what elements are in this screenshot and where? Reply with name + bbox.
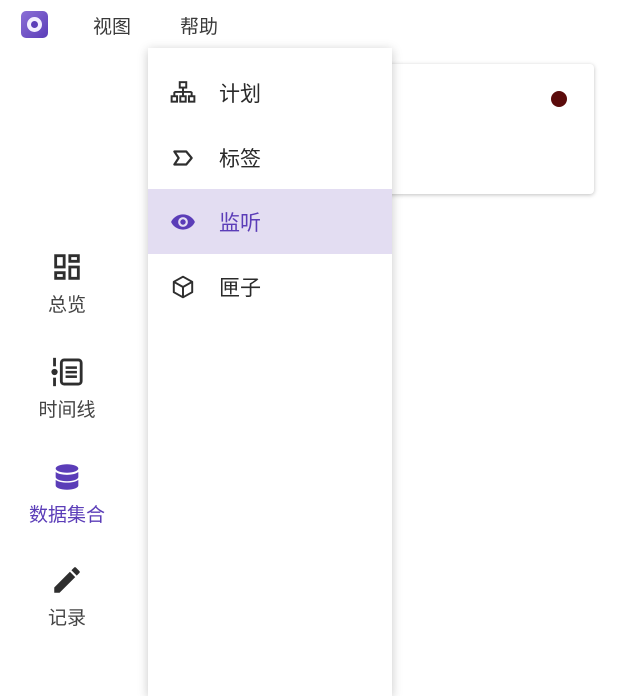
menu-item-monitor[interactable]: 监听 xyxy=(148,189,392,254)
menu-view[interactable]: 视图 xyxy=(93,12,131,39)
menu-help[interactable]: 帮助 xyxy=(180,12,218,39)
sidebar-item-timeline[interactable]: 时间线 xyxy=(20,355,114,445)
sidebar-item-label: 数据集合 xyxy=(28,504,105,526)
view-dropdown-menu: 计划 标签 监听 匣子 xyxy=(148,48,392,696)
eye-icon xyxy=(171,214,195,230)
sidebar-item-label: 记录 xyxy=(47,607,86,629)
menu-item-tags[interactable]: 标签 xyxy=(148,125,392,190)
sidebar-item-overview[interactable]: 总览 xyxy=(20,250,114,340)
sidebar-item-records[interactable]: 记录 xyxy=(20,563,114,653)
app-window: 视图 帮助 总览 时间线 数据集合 记录 计划 标签 监听 匣子 xyxy=(0,0,640,696)
menu-item-label: 计划 xyxy=(219,82,261,106)
timeline-icon xyxy=(51,357,83,387)
menu-item-plan[interactable]: 计划 xyxy=(148,60,392,125)
database-icon xyxy=(55,464,79,490)
sitemap-icon xyxy=(170,81,196,103)
sidebar-item-label: 总览 xyxy=(47,294,86,316)
sidebar-item-datasets[interactable]: 数据集合 xyxy=(20,460,114,550)
app-logo-dot xyxy=(31,21,38,28)
app-logo-icon[interactable] xyxy=(21,11,48,38)
cube-outline-icon xyxy=(172,275,194,299)
menu-bar: 视图 帮助 xyxy=(0,0,640,50)
dashboard-icon xyxy=(54,254,80,280)
sidebar-item-label: 时间线 xyxy=(38,399,96,421)
label-outline-icon xyxy=(173,150,193,166)
status-dot-icon xyxy=(551,91,567,107)
menu-item-label: 标签 xyxy=(219,147,261,171)
pencil-icon xyxy=(54,567,80,593)
menu-item-label: 匣子 xyxy=(219,276,261,300)
menu-item-boxes[interactable]: 匣子 xyxy=(148,254,392,319)
menu-item-label: 监听 xyxy=(219,211,261,235)
